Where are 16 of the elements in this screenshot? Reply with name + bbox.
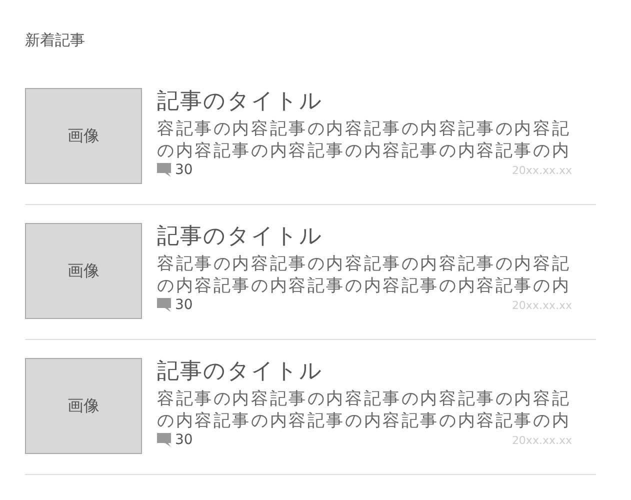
comment-count: 30 bbox=[175, 162, 193, 178]
comment-count: 30 bbox=[175, 432, 193, 448]
image-label: 画像 bbox=[68, 126, 100, 146]
article-title[interactable]: 記事のタイトル bbox=[157, 89, 596, 115]
image-label: 画像 bbox=[68, 260, 100, 282]
comment-icon bbox=[157, 298, 171, 312]
article-excerpt: 容記事の内容記事の内容記事の内容記事の内容記の内容記事の内容記事の内容記事の内容記事の内 bbox=[157, 253, 572, 297]
article-title[interactable]: 記事のタイトル bbox=[157, 359, 596, 385]
comment-icon bbox=[157, 163, 171, 177]
article-excerpt: 容記事の内容記事の内容記事の内容記事の内容記の内容記事の内容記事の内容記事の内容記事の内 bbox=[157, 118, 572, 162]
article-excerpt: 容記事の内容記事の内容記事の内容記事の内容記の内容記事の内容記事の内容記事の内容記事の内 bbox=[157, 388, 572, 432]
comment-icon bbox=[157, 433, 171, 447]
article-title[interactable]: 記事のタイトル bbox=[157, 224, 596, 250]
section-heading: 新着記事 bbox=[25, 30, 86, 50]
image-label: 画像 bbox=[68, 396, 100, 416]
comment-count: 30 bbox=[175, 297, 193, 313]
